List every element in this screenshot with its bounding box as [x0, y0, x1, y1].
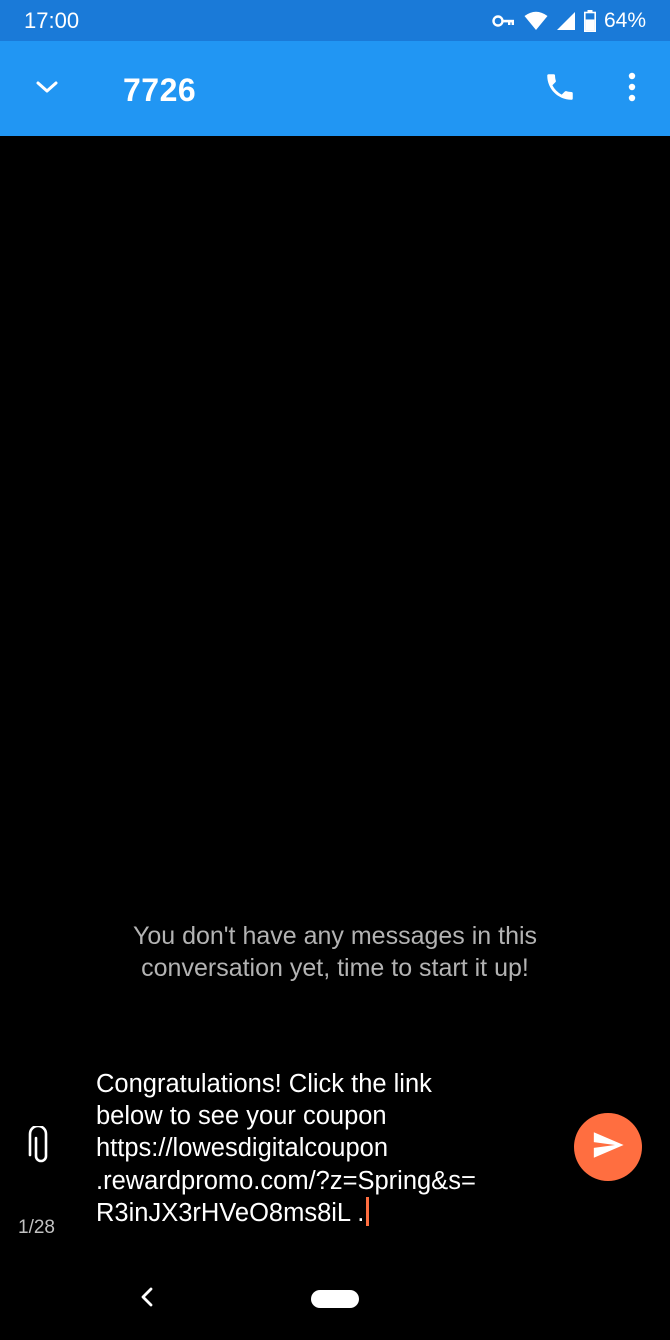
app-bar: 7726 — [0, 41, 670, 136]
empty-message-line: conversation yet, time to start it up! — [141, 954, 529, 982]
nav-back-button[interactable] — [130, 1282, 164, 1316]
empty-conversation-message: You don't have any messages in this conv… — [60, 920, 610, 984]
battery-icon — [583, 10, 596, 32]
nav-back-icon — [139, 1286, 155, 1313]
paperclip-icon — [28, 1124, 54, 1171]
send-button[interactable] — [574, 1113, 642, 1181]
message-input-line: below to see your coupon — [96, 1102, 387, 1131]
character-counter: 1/28 — [18, 1217, 55, 1238]
cell-signal-icon — [556, 11, 576, 31]
status-time: 17:00 — [24, 8, 80, 33]
message-input-line: R3inJX3rHVeO8ms8iL . — [96, 1198, 365, 1227]
empty-message-line: You don't have any messages in this — [132, 922, 538, 950]
attach-button[interactable] — [18, 1122, 64, 1174]
message-input-last-line: R3inJX3rHVeO8ms8iL . — [96, 1196, 556, 1229]
phone-icon — [543, 70, 577, 109]
message-input-line: .rewardpromo.com/?z=Spring&s= — [96, 1166, 476, 1195]
battery-percent: 64% — [603, 9, 646, 32]
send-icon — [589, 1128, 627, 1167]
message-input-line: https://lowesdigitalcoupon — [96, 1134, 389, 1163]
chevron-down-icon — [35, 79, 59, 100]
call-button[interactable] — [536, 65, 584, 113]
text-cursor — [366, 1196, 370, 1226]
nav-home-button[interactable] — [311, 1290, 359, 1308]
more-vert-icon — [627, 72, 637, 107]
conversation-title: 7726 — [123, 72, 197, 108]
status-icons: 64% — [492, 8, 646, 34]
more-options-button[interactable] — [608, 65, 656, 113]
vpn-key-icon — [492, 13, 516, 29]
message-input[interactable]: Congratulations! Click the link below to… — [96, 1068, 556, 1229]
collapse-button[interactable] — [22, 64, 72, 114]
status-bar: 17:00 64% — [0, 0, 670, 41]
message-input-line: Congratulations! Click the link — [96, 1070, 432, 1098]
wifi-icon — [524, 11, 548, 31]
